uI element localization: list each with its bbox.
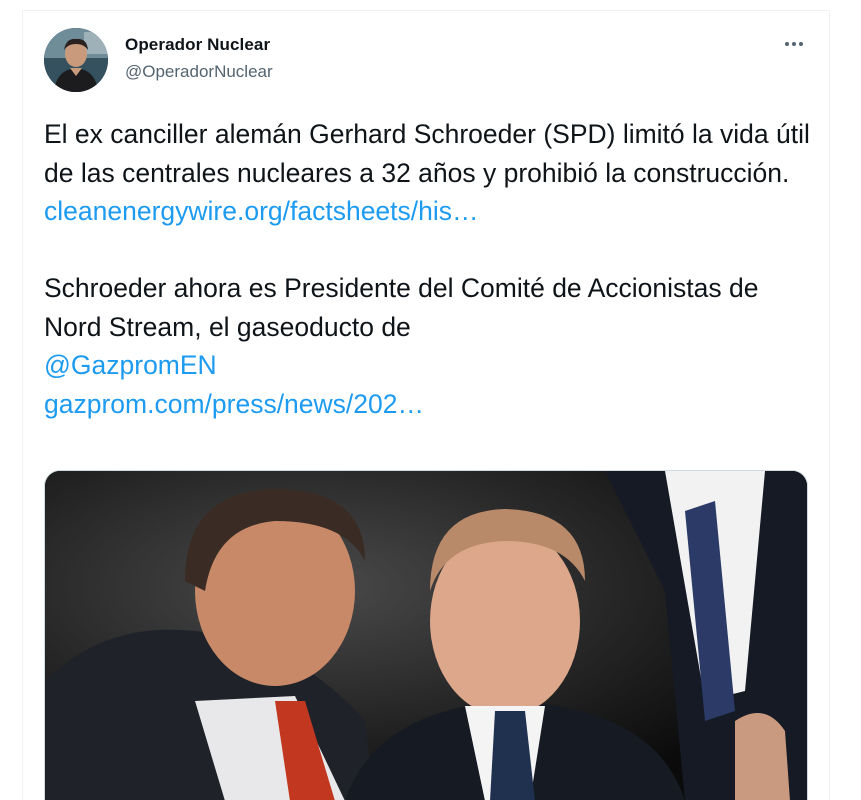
avatar[interactable] [44,28,108,92]
ellipsis-icon[interactable] [779,34,809,54]
tweet-text: El ex canciller alemán Gerhard Schroeder… [44,115,814,423]
link-gazprom[interactable]: gazprom.com/press/news/202… [44,389,424,419]
author-name[interactable]: Operador Nuclear [125,35,270,55]
link-cleanenergywire[interactable]: cleanenergywire.org/factsheets/his… [44,196,479,226]
mention-gazpromen[interactable]: @GazpromEN [44,350,217,380]
paragraph-2-text: Schroeder ahora es Presidente del Comité… [44,273,759,342]
dot [785,42,789,46]
tweet-paragraph-1: El ex canciller alemán Gerhard Schroeder… [44,115,814,231]
tweet-card: Operador Nuclear @OperadorNuclear El ex … [22,10,830,800]
dot [799,42,803,46]
dot [792,42,796,46]
author-handle[interactable]: @OperadorNuclear [125,62,273,82]
avatar-photo [44,28,108,92]
tweet-paragraph-2: Schroeder ahora es Presidente del Comité… [44,269,814,423]
photo-image [45,471,807,800]
tweet-photo[interactable] [44,470,808,800]
paragraph-1-text: El ex canciller alemán Gerhard Schroeder… [44,119,810,188]
